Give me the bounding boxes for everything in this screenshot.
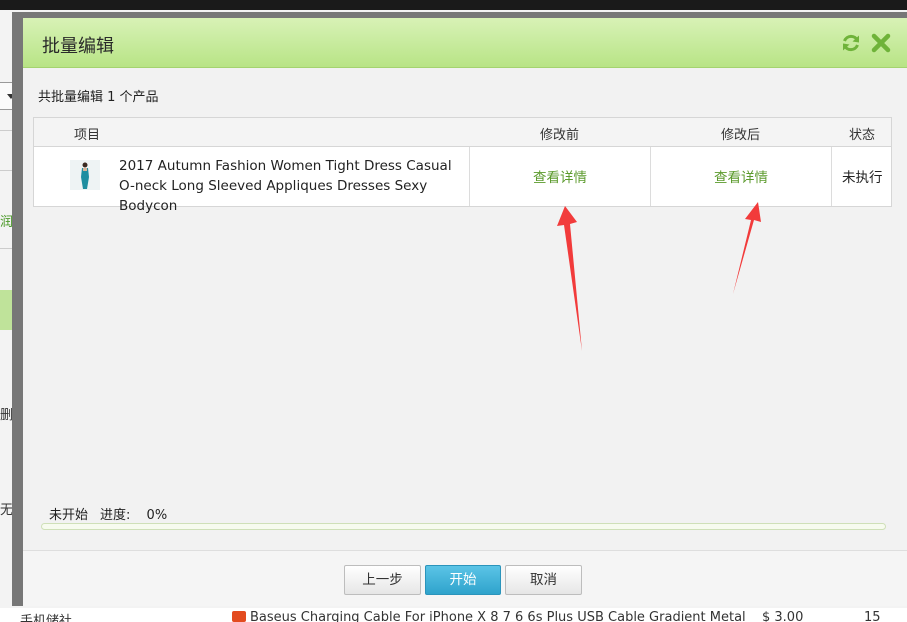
cell-divider xyxy=(650,147,651,206)
column-header-status: 状态 xyxy=(849,128,876,143)
product-name: 2017 Autumn Fashion Women Tight Dress Ca… xyxy=(119,158,452,214)
batch-summary: 共批量编辑 1 个产品 xyxy=(38,90,159,105)
background-bottom-row: 手机储社 Baseus Charging Cable For iPhone X … xyxy=(0,608,907,622)
prev-step-button[interactable]: 上一步 xyxy=(344,565,421,595)
progress-value: 0% xyxy=(146,508,168,523)
table-header: 项目 修改前 修改后 状态 xyxy=(34,118,891,147)
refresh-icon[interactable] xyxy=(840,32,862,54)
progress-state: 未开始 xyxy=(49,508,89,523)
progress-title: 进度: xyxy=(100,508,131,523)
cell-divider xyxy=(831,147,832,206)
batch-edit-dialog: 批量编辑 共批量编辑 1 个产品 项目 修改前 修改后 状态 2017 Autu… xyxy=(12,12,907,606)
store-icon xyxy=(232,611,246,622)
dialog-footer: 上一步 开始 取消 xyxy=(23,550,907,606)
dialog-title: 批量编辑 xyxy=(42,36,114,57)
background-top-bar xyxy=(0,0,907,10)
column-header-item: 项目 xyxy=(74,128,101,143)
background-product-text: Baseus Charging Cable For iPhone X 8 7 6… xyxy=(250,610,746,622)
dialog-header: 批量编辑 xyxy=(23,18,907,68)
close-icon[interactable] xyxy=(870,32,892,54)
background-qty-text: 15 xyxy=(864,610,881,622)
background-price-text: $ 3.00 xyxy=(762,610,804,622)
background-bottom-text: 手机储社 xyxy=(20,614,73,622)
status-text: 未执行 xyxy=(842,170,883,186)
dialog-body: 批量编辑 共批量编辑 1 个产品 项目 修改前 修改后 状态 2017 Autu… xyxy=(23,18,907,606)
start-button[interactable]: 开始 xyxy=(425,565,501,595)
cell-divider xyxy=(469,147,470,206)
column-header-before: 修改前 xyxy=(540,128,580,143)
progress-label: 未开始 进度: 0% xyxy=(49,504,179,523)
view-details-after-link[interactable]: 查看详情 xyxy=(714,166,768,186)
cancel-button[interactable]: 取消 xyxy=(505,565,582,595)
progress-bar xyxy=(41,523,886,530)
column-header-after: 修改后 xyxy=(721,128,761,143)
product-thumbnail xyxy=(70,160,100,190)
batch-edit-table: 项目 修改前 修改后 状态 2017 Autumn Fashion Women … xyxy=(33,117,892,214)
table-row: 2017 Autumn Fashion Women Tight Dress Ca… xyxy=(34,147,891,214)
view-details-before-link[interactable]: 查看详情 xyxy=(533,166,587,186)
